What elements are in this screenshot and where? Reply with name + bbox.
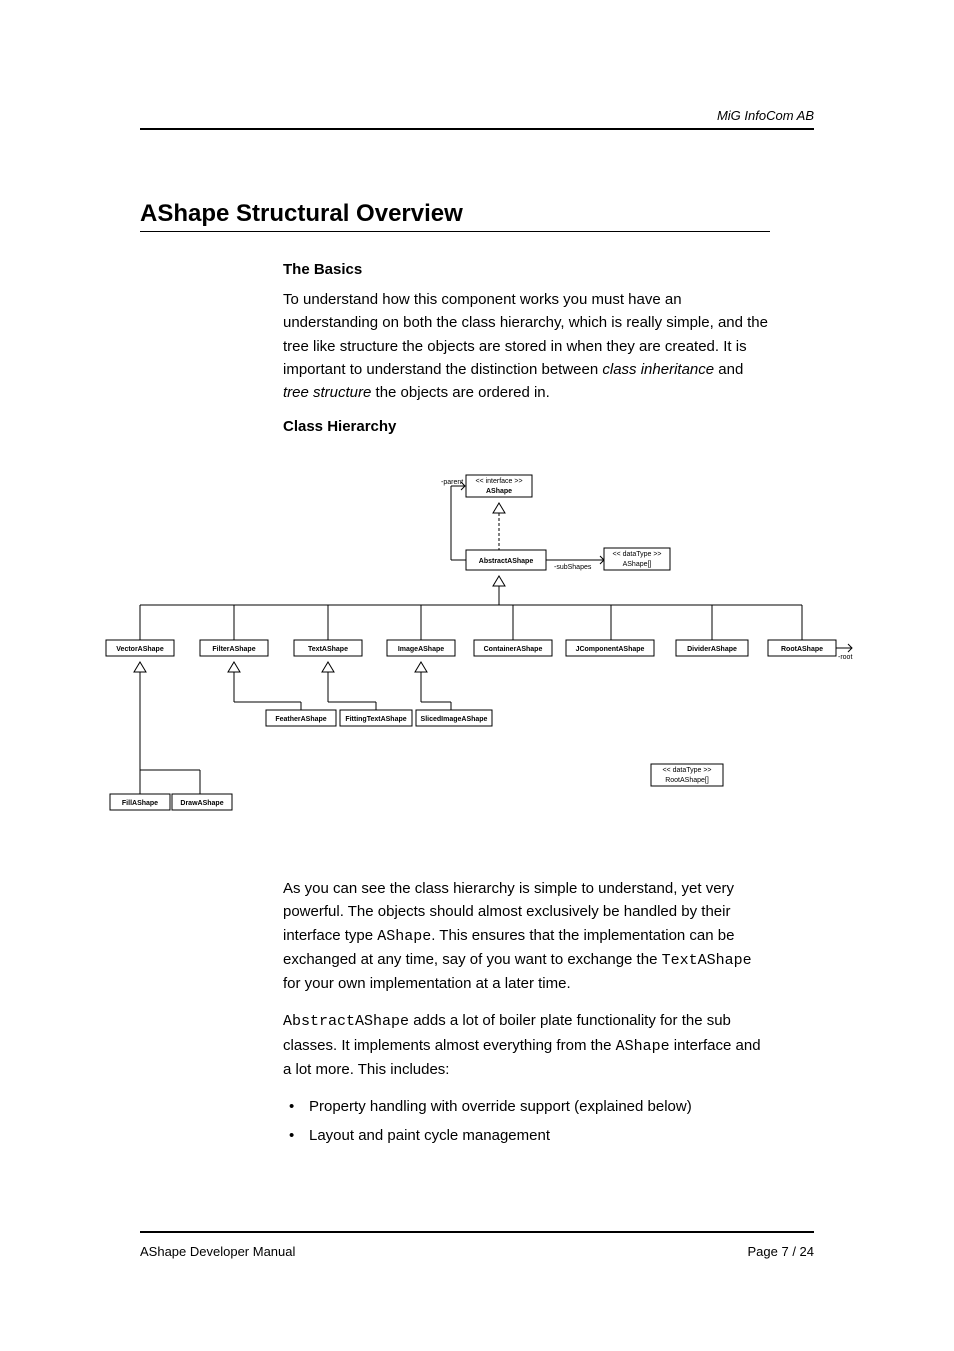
para-basics: To understand how this component works y…: [283, 288, 773, 404]
diagram-label: -subShapes: [554, 564, 592, 571]
page-title: AShape Structural Overview: [140, 200, 463, 228]
diagram-label: JComponentAShape: [576, 646, 645, 653]
header-company: MiG InfoCom AB: [717, 108, 814, 123]
diagram-label: AShape: [486, 488, 512, 495]
diagram-label: << dataType >>: [662, 767, 711, 774]
diagram-label: -root: [838, 654, 852, 661]
content-block-2: As you can see the class hierarchy is si…: [283, 877, 773, 1154]
list-item: Property handling with override support …: [283, 1095, 773, 1118]
heading-basics: The Basics: [283, 261, 773, 278]
text: and: [714, 361, 743, 378]
diagram-label: DividerAShape: [687, 646, 737, 653]
code-text: AShape: [377, 928, 431, 945]
title-rule: [140, 231, 770, 232]
code-text: AShape: [616, 1038, 670, 1055]
bullet-list: Property handling with override support …: [283, 1095, 773, 1148]
footer-rule: [140, 1231, 814, 1233]
para-class-hierarchy-1: As you can see the class hierarchy is si…: [283, 877, 773, 995]
para-class-hierarchy-2: AbstractAShape adds a lot of boiler plat…: [283, 1009, 773, 1081]
footer-page-number: Page 7 / 24: [748, 1244, 815, 1259]
text: for your own implementation at a later t…: [283, 975, 571, 992]
diagram-label: << dataType >>: [612, 551, 661, 558]
page: MiG InfoCom AB AShape Structural Overvie…: [0, 0, 954, 1351]
text-italic: tree structure: [283, 384, 371, 401]
diagram-label: TextAShape: [308, 646, 348, 653]
text: the objects are ordered in.: [371, 384, 549, 401]
diagram-label: SlicedImageAShape: [421, 716, 488, 723]
list-item: Layout and paint cycle management: [283, 1124, 773, 1147]
content-block-1: The Basics To understand how this compon…: [283, 255, 773, 445]
diagram-label: ImageAShape: [398, 646, 444, 653]
diagram-label: AShape[]: [623, 561, 652, 568]
text-italic: class inheritance: [602, 361, 714, 378]
diagram-label: FillAShape: [122, 800, 158, 807]
diagram-label: -parent: [441, 479, 463, 486]
footer-doc-title: AShape Developer Manual: [140, 1244, 295, 1259]
diagram-label: FeatherAShape: [275, 716, 326, 723]
diagram-label: ContainerAShape: [484, 646, 543, 653]
diagram-label: AbstractAShape: [479, 558, 534, 565]
diagram-label: RootAShape[]: [665, 777, 709, 784]
diagram-label: RootAShape: [781, 646, 823, 653]
diagram-label: DrawAShape: [180, 800, 223, 807]
diagram-label: FittingTextAShape: [345, 716, 406, 723]
diagram-label: FilterAShape: [212, 646, 255, 653]
header-rule: [140, 128, 814, 130]
code-text: AbstractAShape: [283, 1013, 409, 1030]
heading-class-hierarchy: Class Hierarchy: [283, 418, 773, 435]
code-text: TextAShape: [662, 952, 752, 969]
diagram-label: VectorAShape: [116, 646, 164, 653]
diagram-label: << interface >>: [475, 478, 522, 485]
class-hierarchy-diagram: << interface >> AShape -parent AbstractA…: [96, 470, 858, 860]
